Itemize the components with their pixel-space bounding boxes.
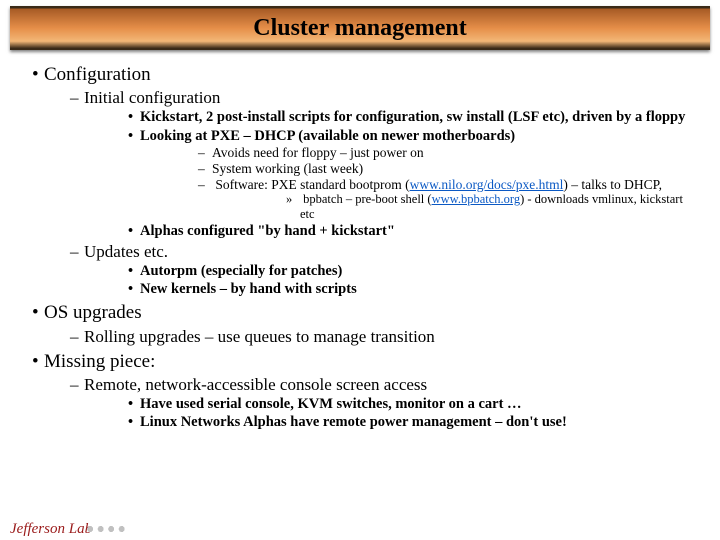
- detail-system-working: System working (last week): [140, 161, 700, 177]
- link-nilo[interactable]: www.nilo.org/docs/pxe.html: [410, 177, 564, 192]
- item-new-kernels: New kernels – by hand with scripts: [84, 281, 700, 298]
- detail-bpbatch: bpbatch – pre-boot shell (www.bpbatch.or…: [212, 192, 700, 222]
- sub-remote-console: Remote, network-accessible console scree…: [44, 375, 700, 431]
- sub-initial-configuration: Initial configuration Kickstart, 2 post-…: [44, 88, 700, 240]
- bullet-os-upgrades: OS upgrades Rolling upgrades – use queue…: [20, 302, 700, 346]
- item-pxe-dhcp: Looking at PXE – DHCP (available on newe…: [84, 128, 700, 222]
- item-linux-networks-alphas: Linux Networks Alphas have remote power …: [84, 414, 700, 431]
- bullet-configuration: Configuration Initial configuration Kick…: [20, 64, 700, 298]
- item-alphas-configured: Alphas configured "by hand + kickstart": [84, 223, 700, 240]
- sub-updates: Updates etc. Autorpm (especially for pat…: [44, 242, 700, 298]
- item-kickstart: Kickstart, 2 post-install scripts for co…: [84, 109, 700, 126]
- item-autorpm: Autorpm (especially for patches): [84, 263, 700, 280]
- slide-body: Configuration Initial configuration Kick…: [0, 58, 720, 431]
- sub-rolling-upgrades: Rolling upgrades – use queues to manage …: [44, 327, 700, 347]
- detail-avoids-floppy: Avoids need for floppy – just power on: [140, 145, 700, 161]
- bullet-missing-piece: Missing piece: Remote, network-accessibl…: [20, 351, 700, 432]
- item-serial-console: Have used serial console, KVM switches, …: [84, 396, 700, 413]
- logo-swirl-icon: [86, 522, 128, 536]
- jefferson-lab-logo: Jefferson Lab: [10, 520, 128, 538]
- slide: Cluster management Configuration Initial…: [0, 6, 720, 540]
- slide-title: Cluster management: [253, 15, 467, 42]
- logo-text: Jefferson Lab: [10, 521, 92, 537]
- title-bar: Cluster management: [10, 6, 710, 50]
- link-bpbatch[interactable]: www.bpbatch.org: [432, 192, 521, 206]
- detail-pxe-software: Software: PXE standard bootprom (www.nil…: [140, 177, 700, 222]
